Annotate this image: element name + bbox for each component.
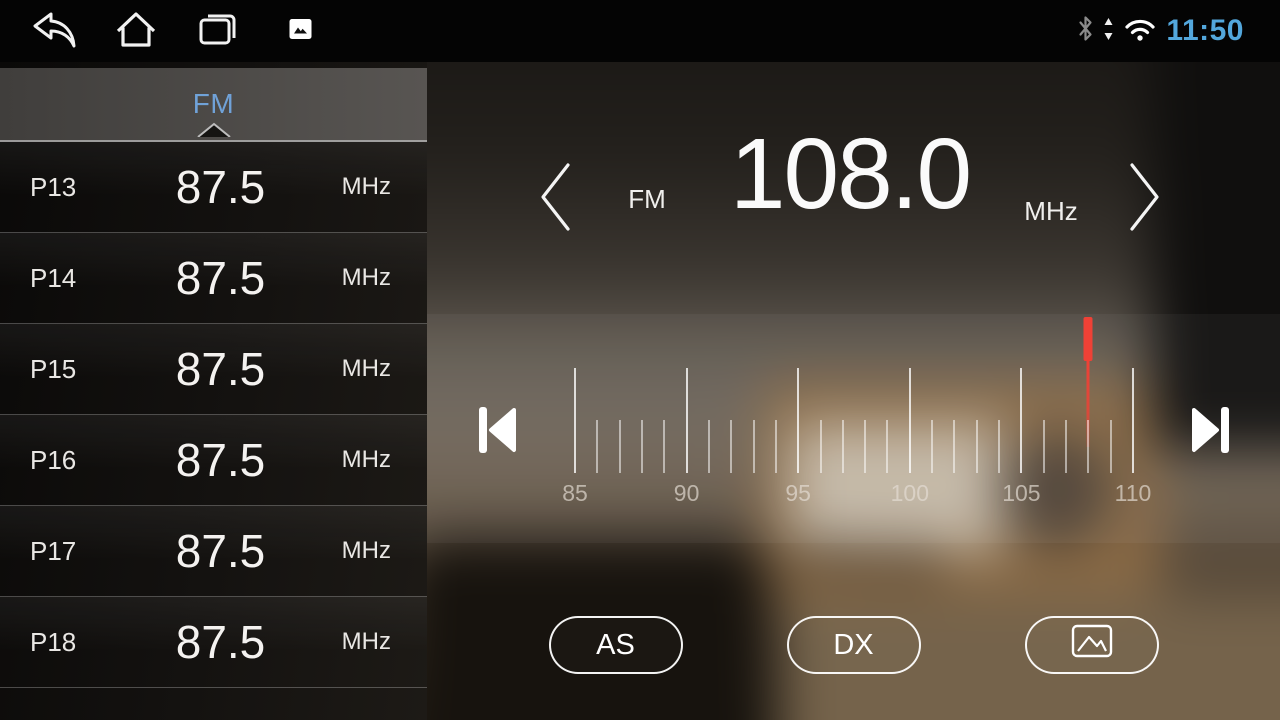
background-radio-knob (802, 538, 836, 572)
scale-tick-label: 105 (981, 480, 1061, 507)
preset-id: P18 (30, 627, 120, 658)
preset-unit: MHz (321, 355, 391, 383)
home-button[interactable] (112, 9, 160, 53)
bluetooth-icon (1076, 14, 1095, 48)
pointer-head (1084, 317, 1093, 361)
minor-tick (775, 420, 777, 473)
back-icon (30, 9, 78, 54)
minor-tick (1110, 420, 1112, 473)
tune-up-button[interactable] (1122, 160, 1166, 234)
radio-app-screen: 11:50 FM P13 87.5 MHz P14 87.5 MHz P1 (0, 0, 1280, 720)
preset-id: P15 (30, 354, 120, 385)
band-tab-fm[interactable]: FM (0, 68, 427, 142)
recent-apps-icon (195, 9, 241, 54)
current-band-label: FM (612, 184, 682, 215)
minor-tick (641, 420, 643, 473)
screenshot-icon (288, 17, 313, 46)
frequency-unit: MHz (1016, 196, 1086, 227)
preset-row[interactable]: P17 87.5 MHz (0, 506, 427, 597)
preset-row[interactable]: P15 87.5 MHz (0, 324, 427, 415)
preset-row[interactable]: P14 87.5 MHz (0, 233, 427, 324)
background-radio-knob (902, 543, 936, 577)
minor-tick (619, 420, 621, 473)
nav-icons (30, 0, 324, 62)
major-tick (1020, 368, 1022, 473)
minor-tick (842, 420, 844, 473)
minor-tick (998, 420, 1000, 473)
preset-unit: MHz (321, 537, 391, 565)
preset-unit: MHz (321, 173, 391, 201)
preset-id: P14 (30, 263, 120, 294)
minor-tick (1087, 420, 1089, 473)
chevron-right-icon (1122, 222, 1166, 237)
status-indicators: 11:50 (1076, 0, 1244, 62)
preset-frequency: 87.5 (120, 342, 321, 396)
major-tick (797, 368, 799, 473)
wallpaper-button[interactable] (1025, 616, 1159, 674)
scale-tick-label: 110 (1093, 480, 1173, 507)
major-tick (574, 368, 576, 473)
preset-row[interactable]: P13 87.5 MHz (0, 142, 427, 233)
scale-tick-label: 100 (870, 480, 950, 507)
major-tick (686, 368, 688, 473)
minor-tick (708, 420, 710, 473)
minor-tick (953, 420, 955, 473)
preset-list: P13 87.5 MHz P14 87.5 MHz P15 87.5 MHz P… (0, 142, 427, 688)
home-icon (113, 8, 159, 55)
preset-unit: MHz (321, 264, 391, 292)
data-transfer-icon (1103, 17, 1114, 46)
scale-tick-label: 90 (647, 480, 727, 507)
tune-down-button[interactable] (534, 160, 578, 234)
preset-unit: MHz (321, 628, 391, 656)
seek-next-button[interactable] (1190, 404, 1232, 456)
minor-tick (663, 420, 665, 473)
preset-row[interactable]: P18 87.5 MHz (0, 597, 427, 688)
minor-tick (864, 420, 866, 473)
back-button[interactable] (30, 9, 78, 53)
minor-tick (886, 420, 888, 473)
band-tab-label: FM (193, 88, 234, 120)
tuning-scale[interactable]: 859095100105110 (575, 368, 1133, 473)
clock: 11:50 (1166, 14, 1244, 48)
minor-tick (820, 420, 822, 473)
minor-tick (976, 420, 978, 473)
skip-next-icon (1190, 444, 1232, 459)
picture-icon (1071, 624, 1113, 666)
seek-previous-button[interactable] (476, 404, 518, 456)
auto-store-button[interactable]: AS (549, 616, 683, 674)
minor-tick (1065, 420, 1067, 473)
current-frequency: 108.0 (690, 124, 1010, 224)
skip-previous-icon (476, 444, 518, 459)
preset-frequency: 87.5 (120, 615, 321, 669)
chevron-left-icon (534, 222, 578, 237)
preset-frequency: 87.5 (120, 524, 321, 578)
major-tick (1132, 368, 1134, 473)
minor-tick (931, 420, 933, 473)
dx-local-button[interactable]: DX (787, 616, 921, 674)
preset-panel: FM P13 87.5 MHz P14 87.5 MHz P15 87.5 MH… (0, 62, 427, 720)
bottom-controls: AS DX (427, 616, 1280, 674)
wifi-icon (1122, 16, 1158, 47)
scale-tick-label: 85 (535, 480, 615, 507)
preset-frequency: 87.5 (120, 160, 321, 214)
minor-tick (730, 420, 732, 473)
preset-id: P17 (30, 536, 120, 567)
scale-tick-label: 95 (758, 480, 838, 507)
screenshot-button[interactable] (276, 9, 324, 53)
recent-apps-button[interactable] (194, 9, 242, 53)
major-tick (909, 368, 911, 473)
preset-frequency: 87.5 (120, 251, 321, 305)
minor-tick (1043, 420, 1045, 473)
preset-unit: MHz (321, 446, 391, 474)
preset-row[interactable]: P16 87.5 MHz (0, 415, 427, 506)
minor-tick (753, 420, 755, 473)
preset-frequency: 87.5 (120, 433, 321, 487)
minor-tick (596, 420, 598, 473)
preset-id: P16 (30, 445, 120, 476)
preset-id: P13 (30, 172, 120, 203)
collapse-caret-icon (197, 121, 231, 142)
status-bar: 11:50 (0, 0, 1280, 62)
background-radio-knob (852, 541, 886, 575)
